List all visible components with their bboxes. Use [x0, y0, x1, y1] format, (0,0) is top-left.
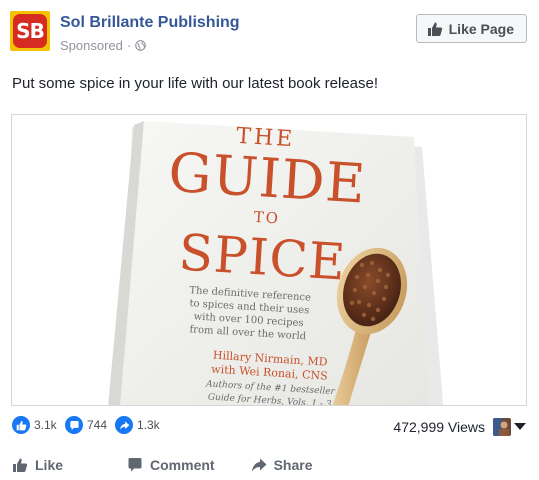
sponsored-row: Sponsored ·: [60, 38, 147, 53]
comment-icon: [128, 458, 142, 472]
shares-count: 1.3k: [137, 418, 160, 432]
thumbs-up-icon: [427, 22, 442, 36]
likes-count-group[interactable]: 3.1k: [12, 416, 57, 434]
page-logo-text: SB: [13, 14, 47, 48]
comment-bubble-icon: [65, 416, 83, 434]
post-text: Put some spice in your life with our lat…: [12, 75, 379, 92]
post-image[interactable]: THE GUIDE TO SPICE The definitive refere…: [11, 114, 527, 406]
like-page-button[interactable]: Like Page: [415, 14, 527, 43]
sponsored-label: Sponsored: [60, 38, 123, 53]
share-icon: [251, 458, 267, 472]
share-button[interactable]: Share: [251, 457, 313, 473]
book-title-line3: TO: [253, 208, 280, 228]
comments-count-group[interactable]: 744: [65, 416, 107, 434]
separator-dot: ·: [126, 38, 132, 53]
post-header: SB Sol Brillante Publishing Sponsored · …: [10, 9, 527, 55]
page-logo[interactable]: SB: [10, 11, 50, 51]
book-title-line4: SPICE: [177, 223, 348, 291]
thumbs-up-icon: [13, 458, 28, 472]
comments-count: 744: [87, 418, 108, 432]
like-page-label: Like Page: [448, 20, 514, 37]
globe-icon: [135, 40, 147, 51]
book-cover-illustration: THE GUIDE TO SPICE The definitive refere…: [12, 115, 526, 405]
share-label: Share: [273, 457, 313, 473]
comment-button[interactable]: Comment: [127, 457, 215, 473]
views-count: 472,999 Views: [393, 419, 485, 435]
like-label: Like: [35, 457, 64, 473]
page-name-link[interactable]: Sol Brillante Publishing: [60, 14, 240, 32]
viewer-avatar[interactable]: [493, 418, 511, 436]
comment-label: Comment: [150, 457, 215, 473]
book-title-line2: GUIDE: [167, 141, 368, 216]
chevron-down-icon[interactable]: [514, 423, 526, 430]
share-arrow-icon: [115, 416, 133, 434]
action-bar: Like Comment Share: [12, 454, 527, 476]
reactions-bar: 3.1k 744 1.3k 472,999 Views: [12, 416, 527, 440]
likes-count: 3.1k: [34, 418, 57, 432]
like-reaction-icon: [12, 416, 30, 434]
shares-count-group[interactable]: 1.3k: [115, 416, 160, 434]
like-button[interactable]: Like: [12, 457, 63, 473]
